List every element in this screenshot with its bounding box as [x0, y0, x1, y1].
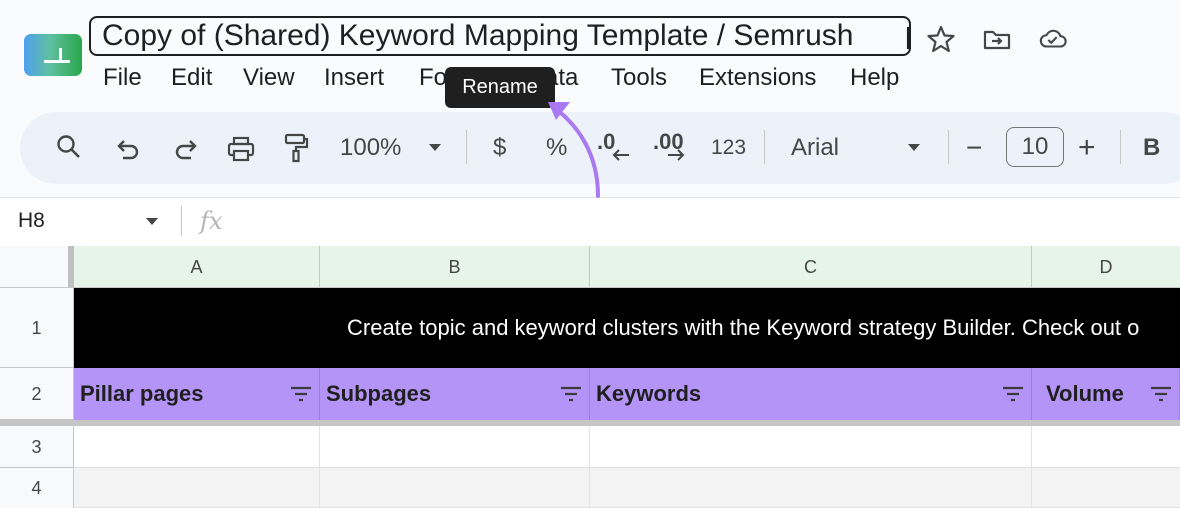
move-folder-icon[interactable] [982, 24, 1012, 54]
increase-font-size-button[interactable]: + [1078, 130, 1096, 166]
print-icon[interactable] [226, 134, 256, 164]
cell-a3[interactable] [74, 426, 320, 468]
menu-view[interactable]: View [243, 64, 295, 92]
sheets-logo[interactable] [24, 34, 82, 76]
paint-format-icon[interactable] [282, 132, 310, 164]
arrow-left-icon [612, 149, 629, 161]
redo-icon[interactable] [171, 135, 199, 163]
cell-b3[interactable] [320, 426, 590, 468]
column-header-c[interactable]: C [590, 246, 1032, 288]
filter-icon[interactable] [290, 385, 312, 403]
cell-d3[interactable] [1032, 426, 1180, 468]
menu-insert[interactable]: Insert [324, 64, 384, 92]
row-header-3[interactable]: 3 [0, 426, 74, 468]
header-label: Pillar pages [80, 381, 204, 406]
font-size-input[interactable]: 10 [1006, 127, 1064, 167]
menu-tools[interactable]: Tools [611, 64, 667, 92]
header-cell-pillar-pages[interactable]: Pillar pages [74, 368, 320, 420]
formula-input[interactable] [240, 200, 1170, 242]
column-header-a[interactable]: A [74, 246, 320, 288]
fx-icon: fx [200, 207, 223, 235]
currency-format-button[interactable]: $ [493, 130, 506, 166]
star-icon[interactable] [926, 24, 956, 54]
banner-cell[interactable]: Create topic and keyword clusters with t… [74, 288, 1180, 368]
cell-b4[interactable] [320, 468, 590, 508]
cell-c3[interactable] [590, 426, 1032, 468]
select-all-corner[interactable] [0, 246, 74, 288]
chevron-down-icon[interactable] [145, 217, 159, 227]
more-formats-button[interactable]: 123 [711, 130, 746, 166]
chevron-down-icon[interactable] [428, 143, 442, 153]
arrow-right-icon [668, 149, 685, 161]
document-title-input[interactable]: Copy of (Shared) Keyword Mapping Templat… [89, 16, 911, 56]
filter-icon[interactable] [560, 385, 582, 403]
font-family-select[interactable]: Arial [791, 130, 839, 166]
menu-edit[interactable]: Edit [171, 64, 212, 92]
row-header-4[interactable]: 4 [0, 468, 74, 508]
text-cursor-icon: I [904, 22, 913, 57]
menu-format[interactable]: Fo [419, 64, 447, 92]
name-box[interactable]: H8 [18, 209, 45, 233]
cloud-saved-icon[interactable] [1038, 24, 1068, 54]
rename-tooltip: Rename [445, 67, 555, 108]
undo-icon[interactable] [115, 135, 143, 163]
cell-a4[interactable] [74, 468, 320, 508]
toolbar-divider [1120, 130, 1121, 164]
chevron-down-icon[interactable] [907, 143, 921, 153]
row-header-1[interactable]: 1 [0, 288, 74, 368]
menu-help[interactable]: Help [850, 64, 899, 92]
column-header-b[interactable]: B [320, 246, 590, 288]
header-cell-keywords[interactable]: Keywords [590, 368, 1032, 420]
formula-divider [181, 206, 182, 236]
menu-extensions[interactable]: Extensions [699, 64, 816, 92]
header-label: Keywords [596, 381, 702, 406]
toolbar-divider [764, 130, 765, 164]
decrease-font-size-button[interactable]: − [966, 130, 982, 166]
cell-d4[interactable] [1032, 468, 1180, 508]
toolbar-divider [948, 130, 949, 164]
header-cell-volume[interactable]: Volume [1032, 368, 1180, 420]
zoom-select[interactable]: 100% [340, 130, 401, 166]
header-label: Subpages [326, 381, 432, 406]
annotation-arrow [548, 102, 600, 198]
cell-c4[interactable] [590, 468, 1032, 508]
header-label: Volume [1046, 381, 1124, 406]
toolbar-divider [466, 130, 467, 164]
filter-icon[interactable] [1150, 385, 1172, 403]
column-header-d[interactable]: D [1032, 246, 1180, 288]
filter-icon[interactable] [1002, 385, 1024, 403]
header-cell-subpages[interactable]: Subpages [320, 368, 590, 420]
menu-file[interactable]: File [103, 64, 142, 92]
search-icon[interactable] [55, 133, 83, 161]
row-header-2[interactable]: 2 [0, 368, 74, 420]
bold-button[interactable]: B [1143, 130, 1160, 166]
